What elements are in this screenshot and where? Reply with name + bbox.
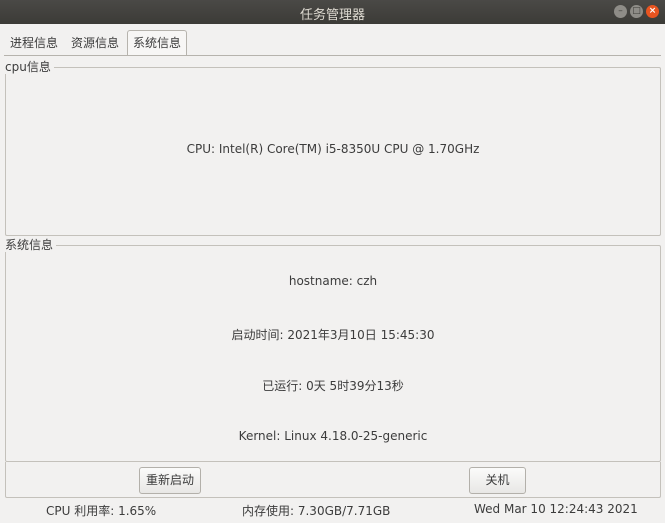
tab-system-info[interactable]: 系统信息 xyxy=(127,30,188,55)
uptime-text: 已运行: 0天 5时39分13秒 xyxy=(262,379,404,393)
datetime-status: Wed Mar 10 12:24:43 2021 xyxy=(474,502,638,516)
button-area xyxy=(5,462,661,498)
close-icon[interactable]: × xyxy=(646,5,659,18)
cpu-info-group: cpu信息 CPU: Intel(R) Core(TM) i5-8350U CP… xyxy=(5,60,661,236)
cpu-usage-status: CPU 利用率: 1.65% xyxy=(46,504,157,518)
restart-button[interactable]: 重新启动 xyxy=(139,467,201,494)
tab-process-info[interactable]: 进程信息 xyxy=(5,31,63,55)
window-title: 任务管理器 xyxy=(299,8,365,23)
hostname-text: hostname: czh xyxy=(288,274,378,288)
maximize-icon[interactable]: □ xyxy=(630,5,643,18)
memory-usage-status: 内存使用: 7.30GB/7.71GB xyxy=(242,504,391,518)
boot-time-text: 启动时间: 2021年3月10日 15:45:30 xyxy=(231,328,435,342)
tab-resource-info[interactable]: 资源信息 xyxy=(66,31,124,55)
shutdown-button[interactable]: 关机 xyxy=(469,467,526,494)
system-info-group: 系统信息 hostname: czh 启动时间: 2021年3月10日 15:4… xyxy=(5,238,661,462)
title-bar: 任务管理器 – □ × xyxy=(0,0,665,24)
minimize-icon[interactable]: – xyxy=(614,5,627,18)
system-info-title: 系统信息 xyxy=(5,238,57,252)
tab-divider xyxy=(4,55,661,56)
cpu-info-title: cpu信息 xyxy=(5,60,54,74)
kernel-text: Kernel: Linux 4.18.0-25-generic xyxy=(238,429,428,443)
cpu-model-text: CPU: Intel(R) Core(TM) i5-8350U CPU @ 1.… xyxy=(186,142,480,156)
